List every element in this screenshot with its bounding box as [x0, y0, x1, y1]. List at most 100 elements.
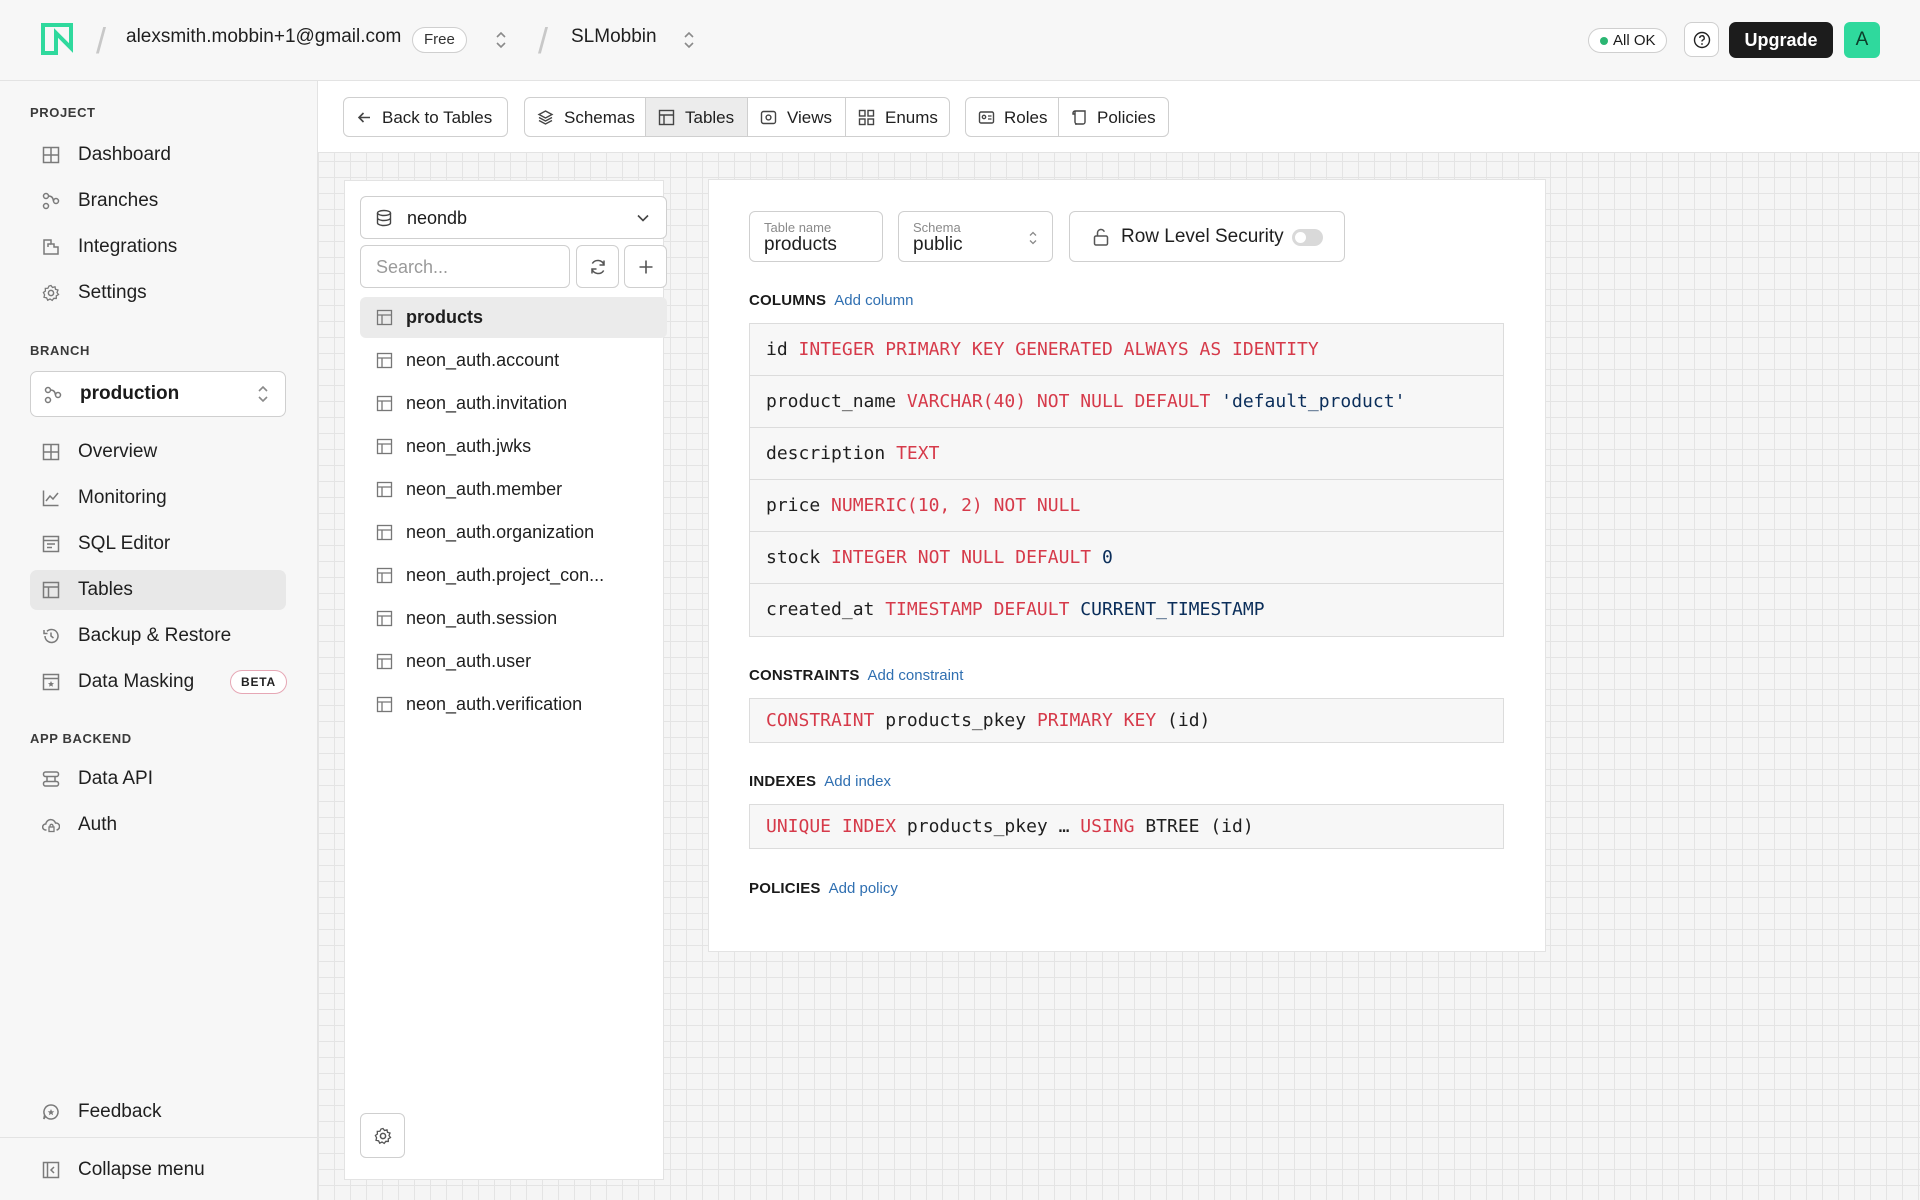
row-level-security-toggle[interactable]: Row Level Security — [1069, 211, 1345, 262]
constraint-row[interactable]: CONSTRAINT products_pkey PRIMARY KEY (id… — [750, 699, 1503, 742]
tab-tables[interactable]: Tables — [645, 97, 748, 137]
column-row[interactable]: product_name VARCHAR(40) NOT NULL DEFAUL… — [750, 376, 1503, 428]
back-to-tables-button[interactable]: Back to Tables — [343, 97, 508, 137]
project-name[interactable]: SLMobbin — [571, 26, 657, 48]
table-list-item[interactable]: products — [360, 297, 667, 338]
chevron-updown-icon — [1029, 231, 1037, 245]
sidebar-item-label: Dashboard — [78, 144, 171, 165]
table-list-item[interactable]: neon_auth.invitation — [360, 383, 667, 424]
database-icon — [376, 209, 392, 227]
columns-list: id INTEGER PRIMARY KEY GENERATED ALWAYS … — [749, 323, 1504, 637]
table-list-item[interactable]: neon_auth.organization — [360, 512, 667, 553]
table-list-item[interactable]: neon_auth.account — [360, 340, 667, 381]
table-name: neon_auth.account — [406, 350, 560, 370]
sidebar-item-label: Settings — [78, 282, 147, 303]
feedback-button[interactable]: Feedback — [30, 1092, 286, 1132]
sidebar-item-data-api[interactable]: Data API — [30, 759, 286, 799]
sidebar-item-branches[interactable]: Branches — [30, 181, 286, 221]
schema-value: public — [913, 234, 963, 255]
refresh-button[interactable] — [576, 245, 619, 288]
index-row[interactable]: UNIQUE INDEX products_pkey … USING BTREE… — [750, 805, 1503, 848]
account-switcher-icon[interactable] — [494, 28, 508, 52]
sidebar-item-backup-restore[interactable]: Backup & Restore — [30, 616, 286, 656]
table-name: neon_auth.organization — [406, 522, 595, 542]
table-name: neon_auth.invitation — [406, 393, 568, 413]
index-keyword: UNIQUE INDEX — [766, 816, 897, 837]
sidebar-item-sql-editor[interactable]: SQL Editor — [30, 524, 286, 564]
table-search-input[interactable]: Search... — [360, 245, 570, 288]
columns-header: COLUMNS Add column — [749, 292, 913, 309]
branch-section-label: BRANCH — [30, 343, 90, 358]
branches-icon — [42, 192, 60, 210]
column-type: VARCHAR(40) NOT NULL DEFAULT — [906, 391, 1211, 412]
constraint-keyword: CONSTRAINT — [766, 710, 875, 731]
project-switcher-icon[interactable] — [682, 28, 696, 52]
add-table-button[interactable] — [624, 245, 667, 288]
add-constraint-link[interactable]: Add constraint — [868, 667, 964, 684]
table-list-item[interactable]: neon_auth.session — [360, 598, 667, 639]
help-icon — [1693, 31, 1711, 49]
help-button[interactable] — [1684, 22, 1719, 57]
schema-select[interactable]: Schema public — [898, 211, 1053, 262]
column-row[interactable]: id INTEGER PRIMARY KEY GENERATED ALWAYS … — [750, 324, 1503, 376]
tab-label: Schemas — [564, 108, 635, 127]
sidebar-item-data-masking[interactable]: Data Masking BETA — [30, 662, 287, 702]
column-default: CURRENT_TIMESTAMP — [1080, 599, 1265, 620]
collapse-menu-button[interactable]: Collapse menu — [30, 1150, 286, 1190]
sidebar-item-settings[interactable]: Settings — [30, 273, 286, 313]
database-selector[interactable]: neondb — [360, 196, 667, 239]
sidebar-item-overview[interactable]: Overview — [30, 432, 286, 472]
table-name-field[interactable]: Table name products — [749, 211, 883, 262]
sidebar-item-tables[interactable]: Tables — [30, 570, 286, 610]
main-area: Back to Tables Schemas Tables Views Enum… — [318, 81, 1920, 1200]
tab-views[interactable]: Views — [747, 97, 846, 137]
sidebar-item-label: Tables — [78, 579, 133, 600]
table-list-item[interactable]: neon_auth.user — [360, 641, 667, 682]
sidebar-item-monitoring[interactable]: Monitoring — [30, 478, 286, 518]
table-list-item[interactable]: neon_auth.member — [360, 469, 667, 510]
beta-badge: BETA — [230, 670, 287, 694]
column-row[interactable]: created_at TIMESTAMP DEFAULT CURRENT_TIM… — [750, 584, 1503, 636]
list-settings-button[interactable] — [360, 1113, 405, 1158]
sidebar-divider — [0, 1137, 318, 1138]
layers-icon — [537, 110, 554, 125]
schema-label: Schema — [913, 220, 961, 235]
sidebar-item-dashboard[interactable]: Dashboard — [30, 135, 286, 175]
add-column-link[interactable]: Add column — [834, 292, 913, 309]
separator: / — [538, 20, 549, 61]
column-row[interactable]: stock INTEGER NOT NULL DEFAULT 0 — [750, 532, 1503, 584]
avatar[interactable]: A — [1844, 22, 1880, 58]
overview-icon — [42, 443, 60, 461]
branch-selector[interactable]: production — [30, 371, 286, 417]
account-email[interactable]: alexsmith.mobbin+1@gmail.com — [126, 26, 401, 48]
collapse-menu-label: Collapse menu — [78, 1159, 205, 1180]
rls-switch[interactable] — [1292, 229, 1323, 246]
sidebar-item-auth[interactable]: Auth — [30, 805, 286, 845]
plus-icon — [639, 260, 653, 274]
sidebar-item-label: Data Masking — [78, 671, 195, 692]
column-row[interactable]: description TEXT — [750, 428, 1503, 480]
chart-line-icon — [42, 490, 59, 507]
upgrade-button[interactable]: Upgrade — [1729, 22, 1833, 58]
tab-enums[interactable]: Enums — [845, 97, 950, 137]
sidebar-item-integrations[interactable]: Integrations — [30, 227, 286, 267]
column-name: price — [766, 495, 821, 516]
branch-selected-label: production — [80, 383, 180, 404]
status-pill[interactable]: All OK — [1588, 28, 1667, 53]
column-row[interactable]: price NUMERIC(10, 2) NOT NULL — [750, 480, 1503, 532]
table-list-item[interactable]: neon_auth.project_con... — [360, 555, 667, 596]
tab-roles[interactable]: Roles — [965, 97, 1059, 137]
column-name: stock — [766, 547, 821, 568]
tab-schemas[interactable]: Schemas — [524, 97, 646, 137]
database-name: neondb — [407, 208, 468, 228]
unlock-icon — [1093, 228, 1109, 246]
add-index-link[interactable]: Add index — [824, 773, 891, 790]
table-list-item[interactable]: neon_auth.jwks — [360, 426, 667, 467]
sidebar-item-label: Integrations — [78, 236, 178, 257]
neon-logo-icon[interactable] — [40, 22, 74, 56]
table-list-item[interactable]: neon_auth.verification — [360, 684, 667, 725]
add-policy-link[interactable]: Add policy — [829, 880, 898, 897]
tab-policies[interactable]: Policies — [1058, 97, 1169, 137]
arrow-left-icon — [357, 112, 370, 123]
table-icon — [376, 352, 393, 369]
